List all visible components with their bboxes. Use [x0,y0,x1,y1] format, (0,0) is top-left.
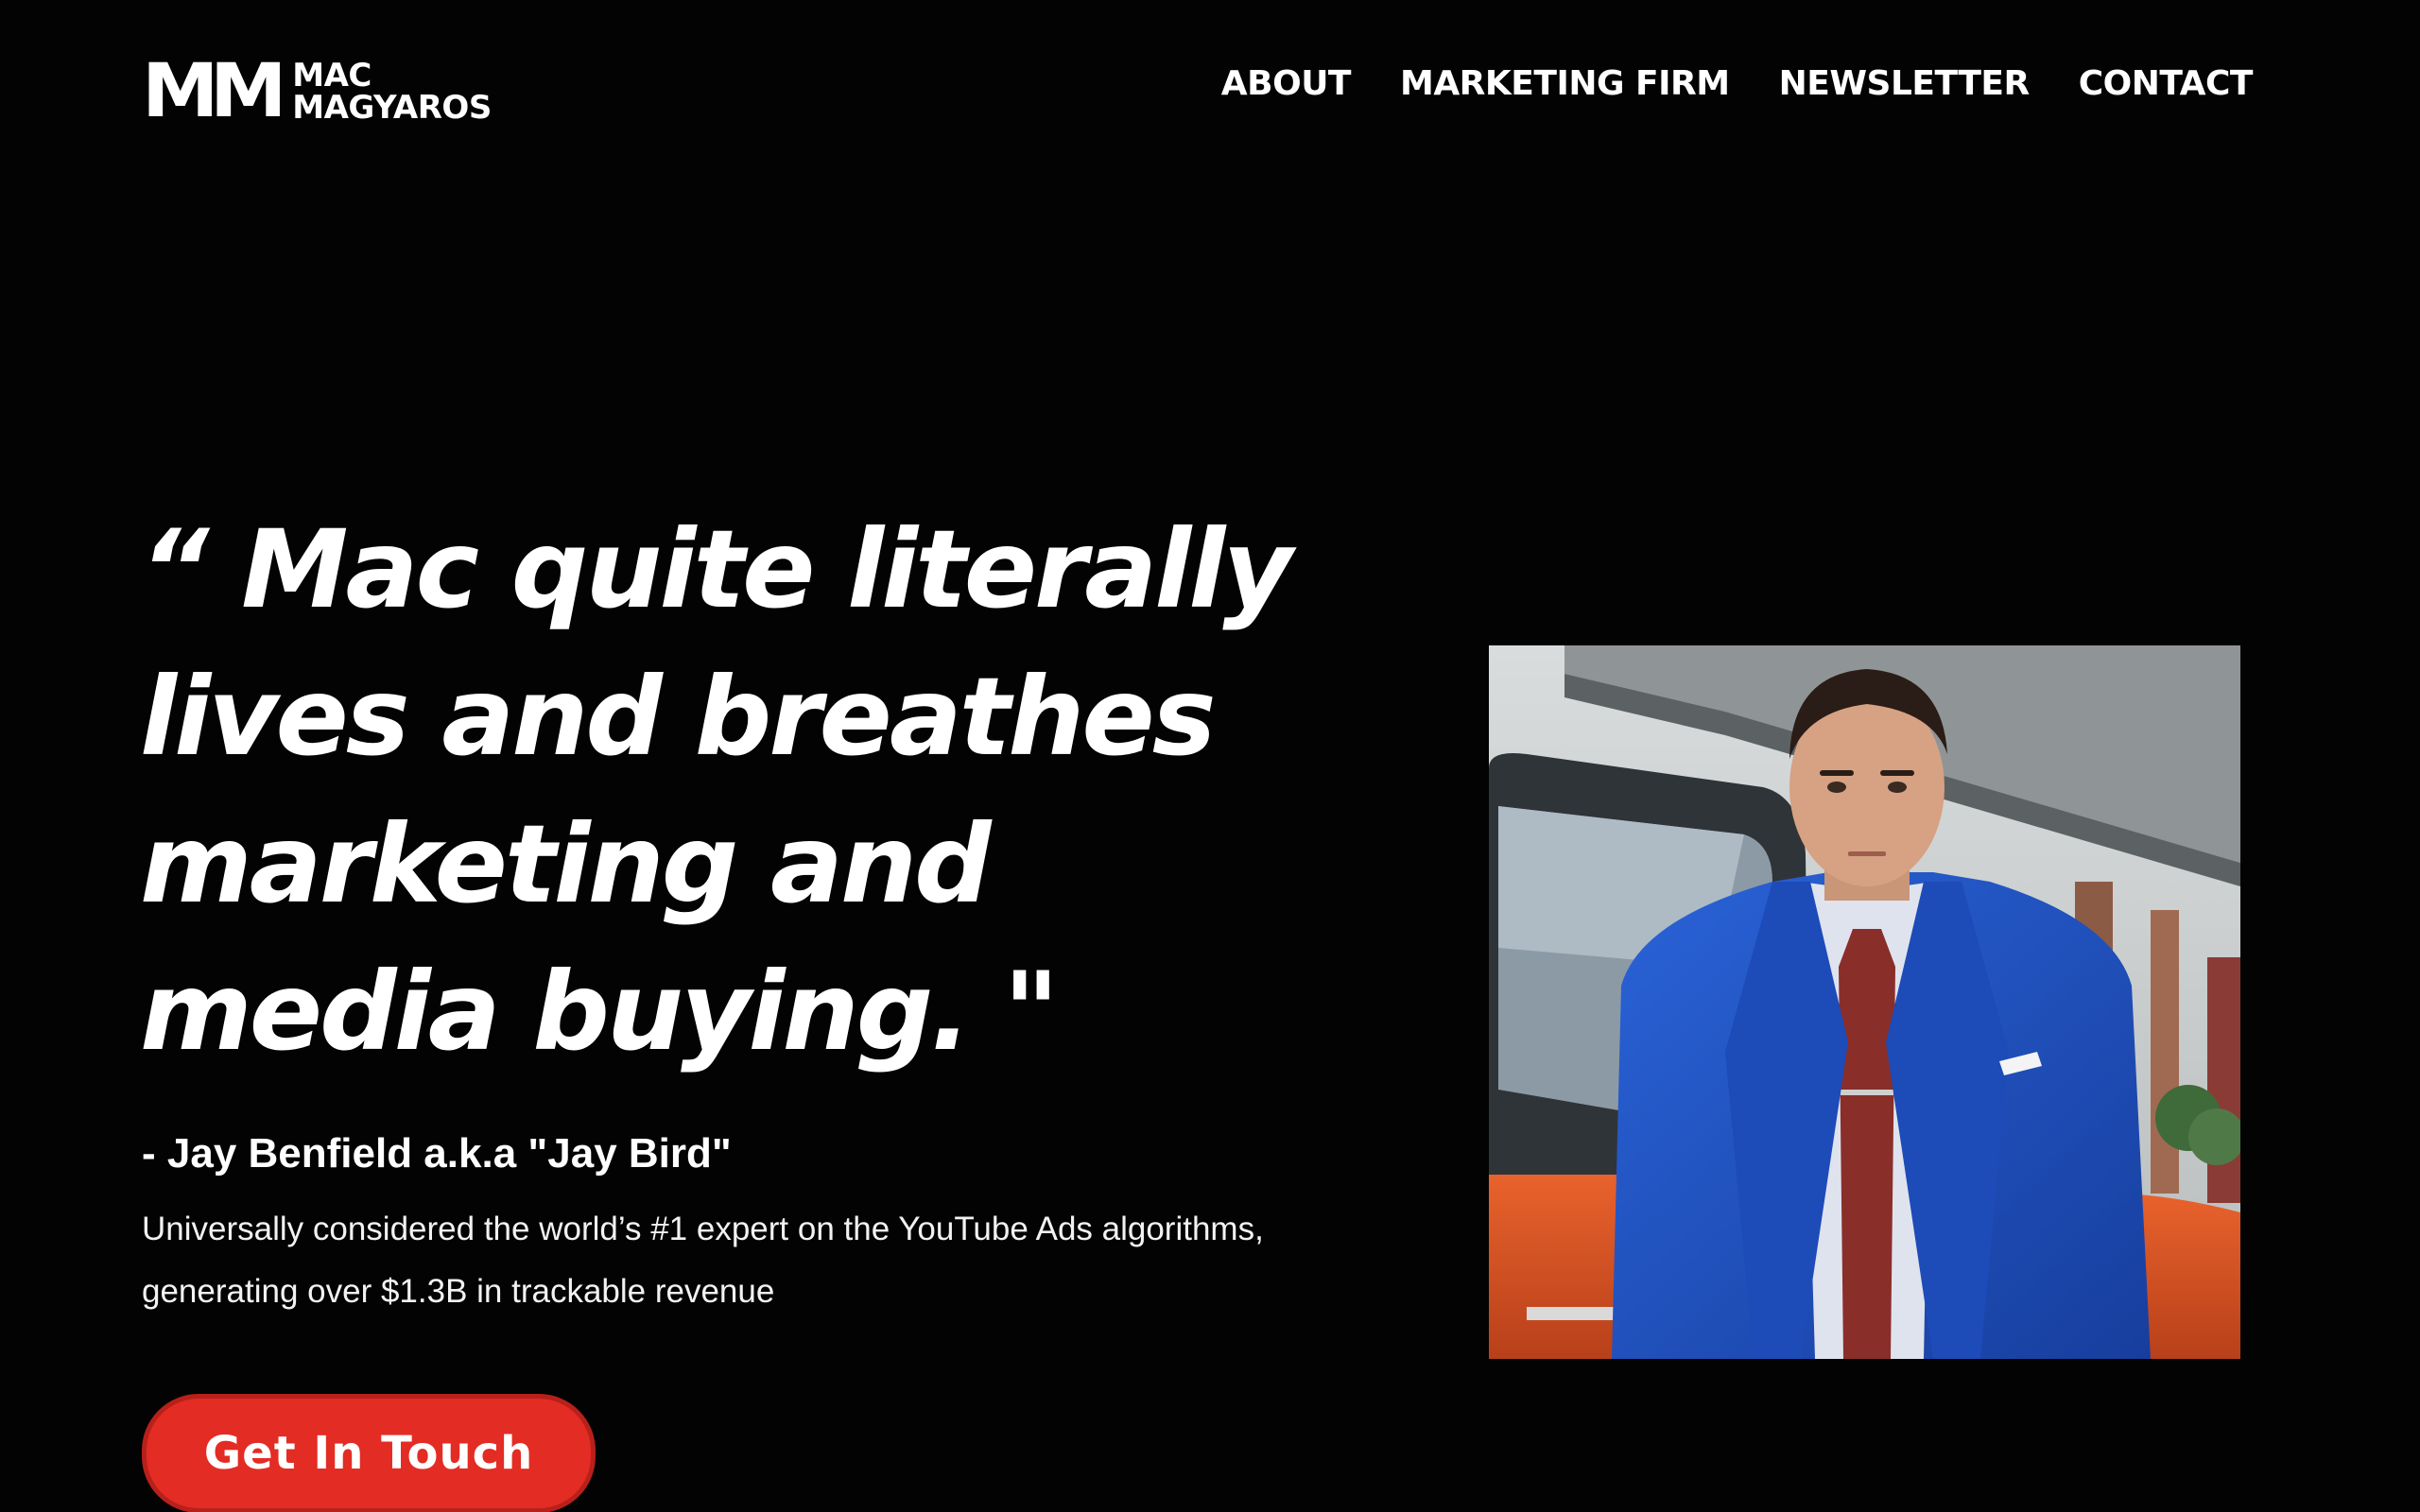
logo-line-1: MAC [292,57,372,94]
author-description: Universally considered the world’s #1 ex… [142,1211,1264,1310]
page: MM MAC MAGYAROS ABOUT MARKETING FIRM NEW… [0,0,2420,1512]
quote-author: - Jay Benfield a.k.a "Jay Bird" [142,1130,732,1177]
nav-item-newsletter[interactable]: NEWSLETTER [1779,64,2031,103]
portrait-illustration [1489,645,2240,1359]
hero-quote: “ Mac quite literally lives and breathes… [140,507,1293,1074]
logo-line-2: MAGYAROS [292,89,492,127]
nav-item-contact[interactable]: CONTACT [2079,64,2254,103]
portrait-photo [1489,645,2240,1359]
nav-item-marketing-firm[interactable]: MARKETING FIRM [1400,64,1730,103]
main-nav: ABOUT MARKETING FIRM NEWSLETTER CONTACT [1221,64,2254,103]
site-logo[interactable]: MM MAC MAGYAROS [142,55,492,129]
get-in-touch-button[interactable]: Get In Touch [142,1394,596,1512]
nav-item-about[interactable]: ABOUT [1221,64,1352,103]
logo-mark: MM [142,49,287,134]
logo-wordmark: MAC MAGYAROS [292,60,492,124]
